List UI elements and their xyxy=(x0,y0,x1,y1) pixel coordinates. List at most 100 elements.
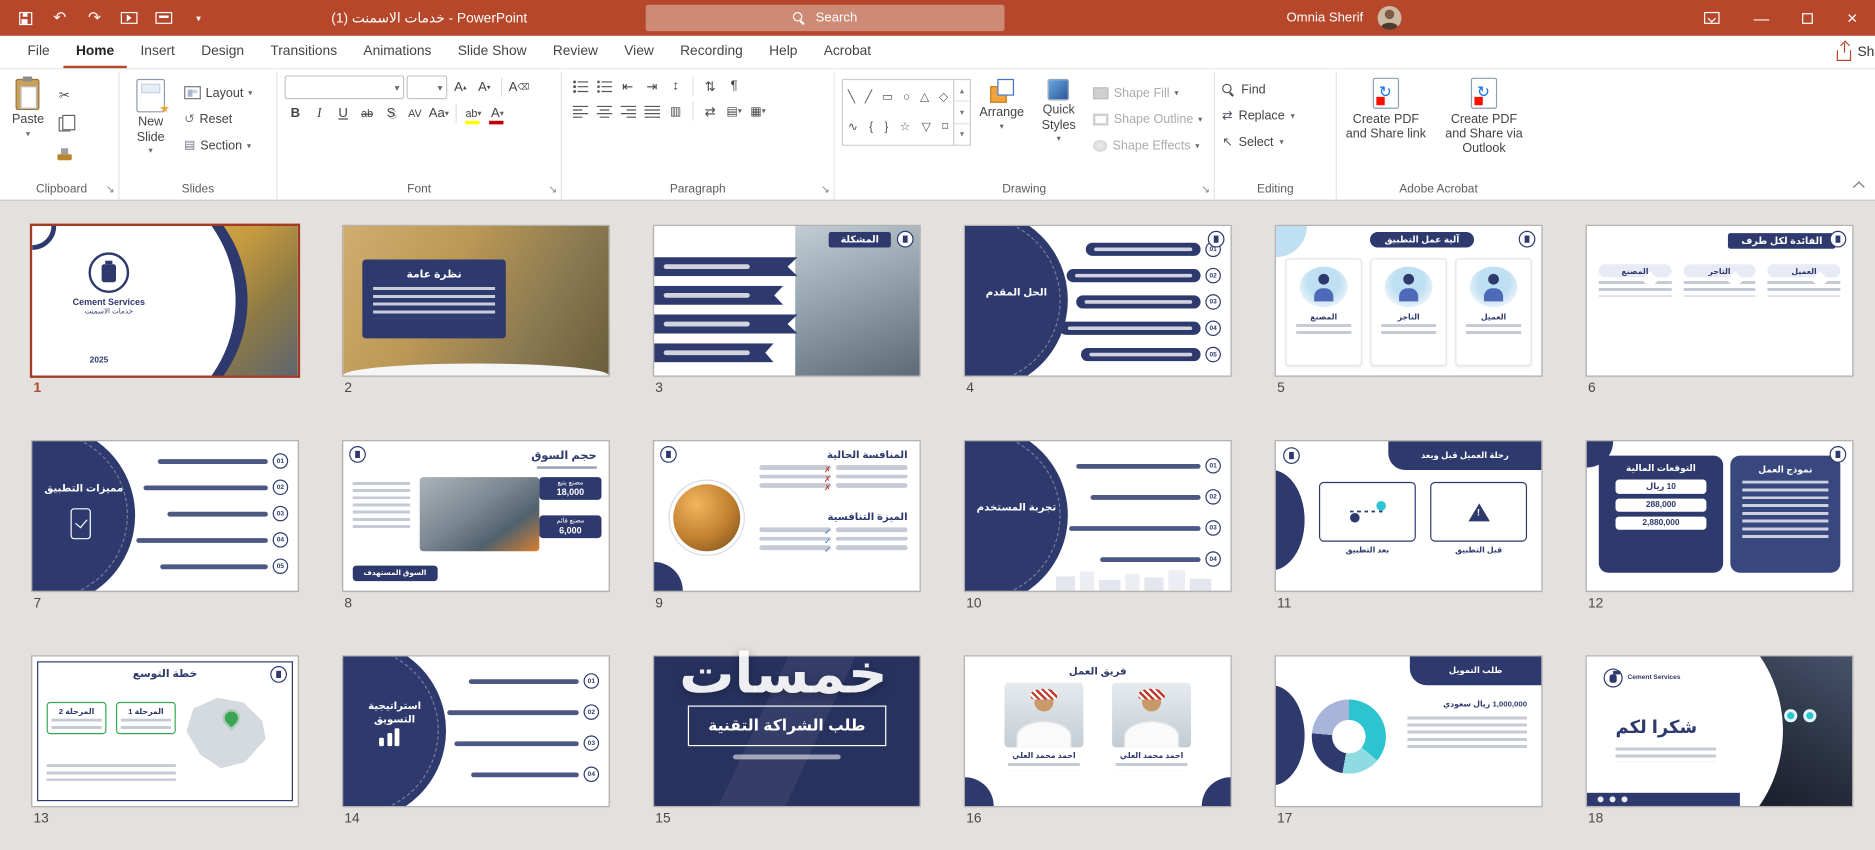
shapes-gallery[interactable]: ╲ ╱ ▭ ○ △ ◇ ∿{} ☆ ▽ ⌑ ▴ ▾ ▾ xyxy=(841,78,971,146)
slide-17-thumbnail[interactable]: طلب التمويل 1,000,000 ريال سعودي xyxy=(1274,655,1543,808)
create-pdf-share-outlook-button[interactable]: Create PDF and Share via Outlook xyxy=(1442,77,1526,180)
slide-18-thumbnail[interactable]: Cement Services شكرا لكم xyxy=(1585,655,1854,808)
maximize-button[interactable] xyxy=(1784,0,1829,36)
format-painter-button[interactable] xyxy=(54,143,76,165)
change-case-button[interactable]: Aa ▾ xyxy=(428,103,450,125)
customize-quick-access-icon[interactable]: ▾ xyxy=(190,8,207,27)
tab-recording[interactable]: Recording xyxy=(667,36,756,68)
text-direction-button[interactable]: ⇅ xyxy=(700,75,722,97)
undo-icon[interactable]: ↶ xyxy=(51,8,68,27)
tab-design[interactable]: Design xyxy=(188,36,257,68)
font-size-select[interactable]: ▾ xyxy=(406,75,448,100)
slide-16-thumbnail[interactable]: فريق العمل احمد محمد العلي احمد محمد الع… xyxy=(963,655,1232,808)
slide-11-thumbnail[interactable]: رحلة العميل قبل وبعد قبل التطبيق بعد الت… xyxy=(1274,440,1543,592)
slide-12-thumbnail[interactable]: نموذج العمل التوقعات المالية 10 ريال 288… xyxy=(1585,440,1854,592)
user-name[interactable]: Omnia Sherif xyxy=(1286,0,1363,36)
start-slideshow-icon[interactable] xyxy=(120,8,138,27)
paste-button[interactable]: Paste ▾ xyxy=(12,75,44,179)
paragraph-dialog-launcher[interactable]: ↘ xyxy=(821,183,830,196)
line-spacing-button[interactable]: ↕ xyxy=(665,75,687,97)
strikethrough-button[interactable]: ab xyxy=(356,103,378,125)
slide-10-thumbnail[interactable]: تجربة المستخدم 01 02 03 04 xyxy=(963,440,1232,592)
align-left-button[interactable] xyxy=(569,100,591,122)
tab-transitions[interactable]: Transitions xyxy=(257,36,350,68)
clear-formatting-button[interactable]: A ⌫ xyxy=(508,77,530,99)
faux-text-lines xyxy=(835,474,908,479)
align-right-button[interactable] xyxy=(617,100,639,122)
ribbon-display-options-button[interactable] xyxy=(1693,0,1729,36)
tab-home[interactable]: Home xyxy=(62,36,128,69)
convert-to-smartart-button[interactable]: ▦ ▾ xyxy=(747,100,769,122)
save-icon[interactable] xyxy=(17,8,34,27)
underline-button[interactable]: U xyxy=(332,103,354,125)
close-button[interactable]: × xyxy=(1830,0,1875,36)
slide-8-thumbnail[interactable]: حجم السوق مصنع يتبع 18,000 مصنع قائم 6,0… xyxy=(341,440,610,592)
bold-button[interactable]: B xyxy=(285,103,307,125)
shapes-gallery-scroll[interactable]: ▴ ▾ ▾ xyxy=(953,80,970,145)
align-text-button[interactable]: ▤ ▾ xyxy=(723,100,745,122)
slide-6-thumbnail[interactable]: الفائدة لكل طرف العميل التاجر المصنع xyxy=(1585,224,1854,377)
quick-styles-button[interactable]: Quick Styles ▾ xyxy=(1032,75,1085,179)
new-slide-button[interactable]: New Slide ▾ xyxy=(127,75,175,179)
slide-4-thumbnail[interactable]: الحل المقدم 01 02 03 04 05 xyxy=(963,224,1232,377)
reset-button[interactable]: ↺ Reset xyxy=(184,109,252,129)
select-button[interactable]: ↖ Select ▾ xyxy=(1222,130,1328,154)
shape-fill-button[interactable]: Shape Fill ▾ xyxy=(1093,83,1202,103)
columns-button[interactable]: ▥ xyxy=(665,100,687,122)
slide-3-thumbnail[interactable]: المشكلة xyxy=(652,224,921,377)
text-direction-ltr-rtl-button[interactable]: ⇄ xyxy=(700,100,722,122)
shape-effects-button[interactable]: Shape Effects ▾ xyxy=(1093,135,1202,155)
slide-5-thumbnail[interactable]: آلية عمل التطبيق العميل التاجر المصنع xyxy=(1274,224,1543,377)
slide-9-thumbnail[interactable]: المنافسة الحالية ✗ ✗ ✗ الميزة التنافسية … xyxy=(652,440,921,592)
screen-recording-icon[interactable] xyxy=(155,8,173,27)
drawing-dialog-launcher[interactable]: ↘ xyxy=(1201,183,1210,196)
search-input[interactable]: Search xyxy=(645,4,1005,32)
increase-font-size-button[interactable]: A ▴ xyxy=(450,77,472,99)
bullets-button[interactable] xyxy=(569,75,591,97)
minimize-button[interactable]: — xyxy=(1739,0,1784,36)
tab-animations[interactable]: Animations xyxy=(350,36,444,68)
arrange-button[interactable]: Arrange ▾ xyxy=(979,75,1024,179)
clipboard-dialog-launcher[interactable]: ↘ xyxy=(106,183,115,196)
shape-outline-button[interactable]: Shape Outline ▾ xyxy=(1093,109,1202,129)
create-pdf-share-link-button[interactable]: Create PDF and Share link xyxy=(1344,77,1428,180)
layout-button[interactable]: Layout ▾ xyxy=(184,83,252,103)
align-center-button[interactable] xyxy=(593,100,615,122)
tab-acrobat[interactable]: Acrobat xyxy=(811,36,885,68)
font-color-button[interactable]: A ▾ xyxy=(487,103,509,125)
font-family-select[interactable]: ▾ xyxy=(284,75,405,100)
copy-button[interactable] xyxy=(54,114,76,136)
avatar[interactable] xyxy=(1377,5,1402,30)
tab-slide-show[interactable]: Slide Show xyxy=(445,36,540,68)
slide-2-thumbnail[interactable]: نظرة عامة xyxy=(341,224,610,377)
decrease-font-size-button[interactable]: A ▾ xyxy=(474,77,496,99)
paragraph-mark-button[interactable]: ¶ xyxy=(723,75,745,97)
cut-button[interactable]: ✂ xyxy=(54,84,76,106)
decrease-indent-button[interactable]: ⇤ xyxy=(617,75,639,97)
slide-13-thumbnail[interactable]: خطة التوسع المرحلة 1 المرحلة 2 xyxy=(31,655,299,808)
slide-1-thumbnail[interactable]: Cement Services خدمات الاسمنت 2025 xyxy=(29,223,301,378)
character-spacing-button[interactable]: AV xyxy=(404,103,426,125)
replace-button[interactable]: ⇄ Replace ▾ xyxy=(1222,104,1328,128)
slide-14-thumbnail[interactable]: استراتيجية التسويق 01 02 03 04 xyxy=(341,655,610,808)
tab-view[interactable]: View xyxy=(611,36,667,68)
numbering-button[interactable] xyxy=(593,75,615,97)
highlight-color-button[interactable]: ab ▾ xyxy=(463,103,485,125)
font-dialog-launcher[interactable]: ↘ xyxy=(548,183,557,196)
text-shadow-button[interactable]: S xyxy=(380,103,402,125)
italic-button[interactable]: I xyxy=(309,103,331,125)
tab-review[interactable]: Review xyxy=(540,36,611,68)
find-button[interactable]: Find xyxy=(1222,78,1328,102)
share-button[interactable]: Share xyxy=(1837,36,1875,69)
create-pdf-share-outlook-label: Create PDF and Share via Outlook xyxy=(1445,112,1523,156)
collapse-ribbon-icon[interactable] xyxy=(1852,181,1865,194)
slide-7-thumbnail[interactable]: مميزات التطبيق 01 02 03 04 05 xyxy=(31,440,299,592)
redo-icon[interactable]: ↷ xyxy=(86,8,103,27)
section-button[interactable]: ▤ Section ▾ xyxy=(184,135,252,155)
increase-indent-button[interactable]: ⇥ xyxy=(641,75,663,97)
step-bar xyxy=(1059,321,1201,335)
tab-file[interactable]: File xyxy=(14,36,62,68)
tab-help[interactable]: Help xyxy=(756,36,811,68)
tab-insert[interactable]: Insert xyxy=(127,36,188,68)
justify-button[interactable] xyxy=(641,100,663,122)
